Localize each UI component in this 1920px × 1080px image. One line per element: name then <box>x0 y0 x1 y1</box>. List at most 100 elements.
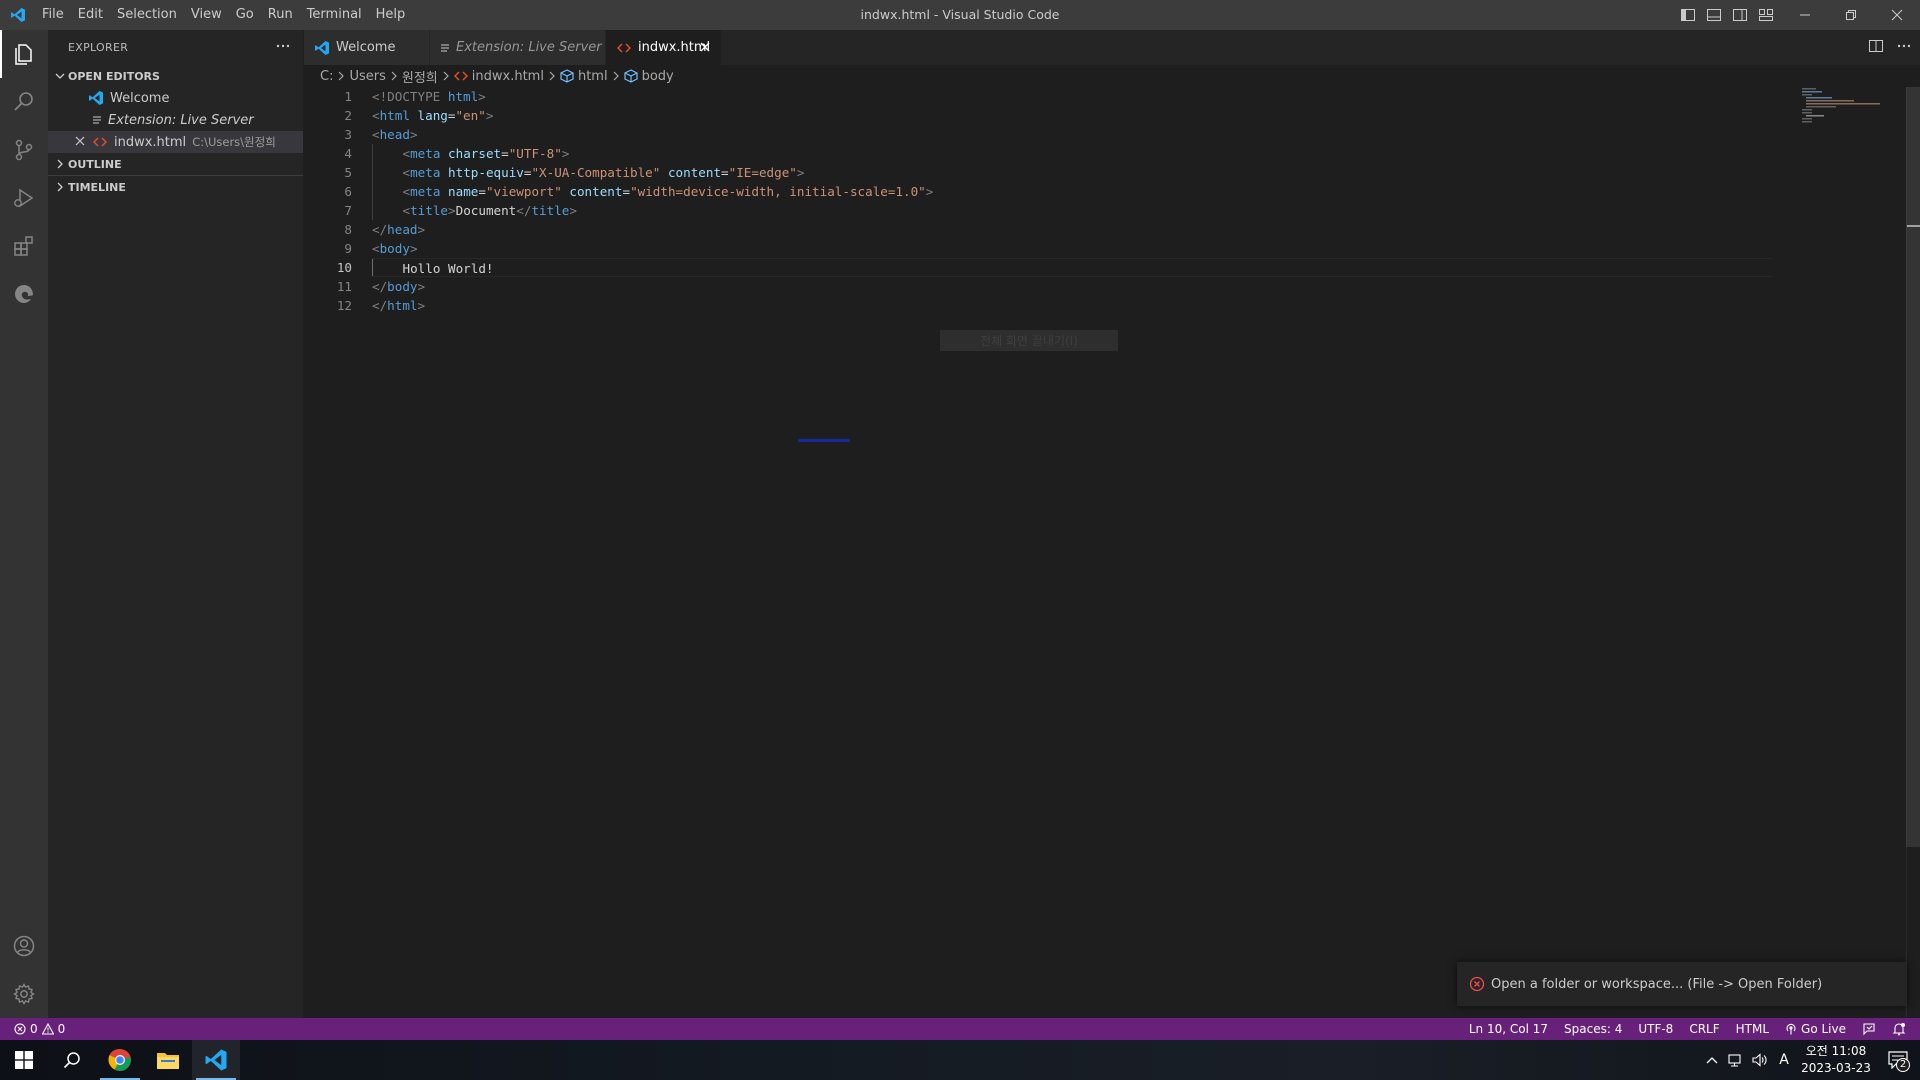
open-editors-section[interactable]: OPEN EDITORS <box>48 65 303 87</box>
code-token: > <box>796 165 805 180</box>
notifications-bell-icon[interactable] <box>1884 1022 1914 1036</box>
clock[interactable]: 오전 11:08 2023-03-23 <box>1796 1043 1876 1077</box>
code-line[interactable]: <body> <box>372 239 1772 258</box>
menu-terminal[interactable]: Terminal <box>300 0 369 30</box>
code-lines[interactable]: <!DOCTYPE html> <html lang="en"> <head> … <box>372 87 1772 315</box>
scrollbar-thumb[interactable] <box>1906 87 1920 847</box>
open-editors-label: OPEN EDITORS <box>68 69 160 83</box>
volume-icon[interactable] <box>1748 1040 1772 1080</box>
exit-fullscreen-hint[interactable]: 전체 화면 끝내기(I) <box>940 330 1118 351</box>
code-token: "viewport" <box>485 184 562 199</box>
preview-icon <box>440 42 450 54</box>
code-line[interactable]: <meta http-equiv = "X-UA-Compatible" conte… <box>372 163 1772 182</box>
cursor-position[interactable]: Ln 10, Col 17 <box>1461 1022 1556 1036</box>
code-line[interactable]: <html lang="en"> <box>372 106 1772 125</box>
edge-devtools-icon[interactable] <box>0 270 48 318</box>
problems-indicator[interactable]: 0 0 <box>0 1022 65 1036</box>
breadcrumb-file-label: indwx.html <box>471 68 544 84</box>
vertical-scrollbar[interactable] <box>1906 87 1920 1018</box>
open-editor-welcome[interactable]: Welcome <box>48 87 303 109</box>
code-line[interactable]: </body> <box>372 277 1772 296</box>
line-number: 9 <box>344 241 352 256</box>
tab-welcome[interactable]: Welcome <box>304 30 430 65</box>
line-number: 12 <box>336 298 352 313</box>
vscode-icon[interactable] <box>192 1040 240 1080</box>
timeline-section[interactable]: TIMELINE <box>48 176 303 198</box>
close-icon[interactable] <box>699 41 711 57</box>
end-of-line[interactable]: CRLF <box>1681 1022 1727 1036</box>
menu-go[interactable]: Go <box>229 0 261 30</box>
menu-help[interactable]: Help <box>369 0 413 30</box>
notification-toast[interactable]: Open a folder or workspace... (File -> O… <box>1457 962 1907 1006</box>
encoding[interactable]: UTF-8 <box>1630 1022 1681 1036</box>
minimize-icon[interactable] <box>1782 0 1828 30</box>
outline-label: OUTLINE <box>68 157 122 171</box>
close-window-icon[interactable] <box>1874 0 1920 30</box>
chevron-up-icon[interactable] <box>1700 1040 1724 1080</box>
close-icon[interactable] <box>74 135 86 151</box>
windows-start-icon[interactable] <box>0 1040 48 1080</box>
feedback-icon[interactable] <box>1854 1022 1884 1036</box>
code-line[interactable]: <title>Document</title> <box>372 201 1772 220</box>
action-center-icon[interactable]: 2 <box>1876 1040 1920 1080</box>
code-line[interactable]: <!DOCTYPE html> <box>372 87 1772 106</box>
menu-run[interactable]: Run <box>261 0 300 30</box>
breadcrumb-symbol[interactable]: body <box>623 69 674 84</box>
search-icon[interactable] <box>0 78 48 126</box>
search-icon[interactable] <box>48 1040 96 1080</box>
breadcrumb-item[interactable]: Users <box>349 69 385 84</box>
code-line[interactable]: </head> <box>372 220 1772 239</box>
breadcrumb-file[interactable]: indwx.html <box>453 68 544 84</box>
code-token: < <box>372 241 380 256</box>
breadcrumb-symbol[interactable]: html <box>560 69 608 84</box>
menu-edit[interactable]: Edit <box>71 0 110 30</box>
open-editor-live-server[interactable]: Extension: Live Server <box>48 109 303 131</box>
network-icon[interactable] <box>1724 1040 1748 1080</box>
restore-icon[interactable] <box>1828 0 1874 30</box>
outline-section[interactable]: OUTLINE <box>48 153 303 175</box>
toggle-panel-icon[interactable] <box>1706 7 1722 23</box>
run-debug-icon[interactable] <box>0 174 48 222</box>
menu-file[interactable]: File <box>35 0 71 30</box>
file-explorer-icon[interactable] <box>144 1040 192 1080</box>
code-line[interactable]: <head> <box>372 125 1772 144</box>
more-actions-icon[interactable] <box>275 38 291 57</box>
broadcast-icon <box>1785 1023 1797 1035</box>
extensions-icon[interactable] <box>0 222 48 270</box>
code-token: content <box>569 184 623 199</box>
chrome-icon[interactable] <box>96 1040 144 1080</box>
language-mode[interactable]: HTML <box>1728 1022 1777 1036</box>
code-editor[interactable]: 1 2 3 4 5 6 7 8 9 10 11 12 <!DOCTYPE htm… <box>304 87 1920 1018</box>
indentation[interactable]: Spaces: 4 <box>1556 1022 1630 1036</box>
toggle-primary-sidebar-icon[interactable] <box>1680 7 1696 23</box>
code-token: > <box>478 89 486 104</box>
customize-layout-icon[interactable] <box>1758 7 1774 23</box>
open-editor-indwx-html[interactable]: indwx.html C:\Users\원정희 <box>48 131 303 153</box>
code-token: > <box>925 184 934 199</box>
code-token: = <box>501 146 509 161</box>
code-token: charset <box>448 146 502 161</box>
error-icon <box>1469 976 1485 992</box>
code-token: html <box>447 89 479 104</box>
menu-view[interactable]: View <box>184 0 229 30</box>
minimap[interactable] <box>1792 87 1912 1018</box>
ime-indicator[interactable]: A <box>1772 1040 1796 1080</box>
system-tray: A 오전 11:08 2023-03-23 2 <box>1700 1040 1920 1080</box>
code-line[interactable]: </html> <box>372 296 1772 315</box>
explorer-icon[interactable] <box>0 30 48 78</box>
code-line[interactable]: <meta name="viewport" content="width=dev… <box>372 182 1772 201</box>
more-actions-icon[interactable] <box>1896 38 1912 58</box>
account-icon[interactable] <box>0 922 48 970</box>
tab-indwx-html[interactable]: indwx.html <box>606 30 722 65</box>
breadcrumb-item[interactable]: C: <box>320 69 333 84</box>
go-live-button[interactable]: Go Live <box>1777 1022 1854 1036</box>
manage-gear-icon[interactable] <box>0 970 48 1018</box>
toggle-secondary-sidebar-icon[interactable] <box>1732 7 1748 23</box>
breadcrumb-item[interactable]: 원정희 <box>402 67 438 86</box>
code-line-current[interactable]: Hollo World! <box>372 258 1772 277</box>
source-control-icon[interactable] <box>0 126 48 174</box>
code-token: </ <box>516 203 532 218</box>
menu-selection[interactable]: Selection <box>110 0 184 30</box>
split-editor-icon[interactable] <box>1868 38 1884 58</box>
code-line[interactable]: <meta charset="UTF-8"> <box>372 144 1772 163</box>
